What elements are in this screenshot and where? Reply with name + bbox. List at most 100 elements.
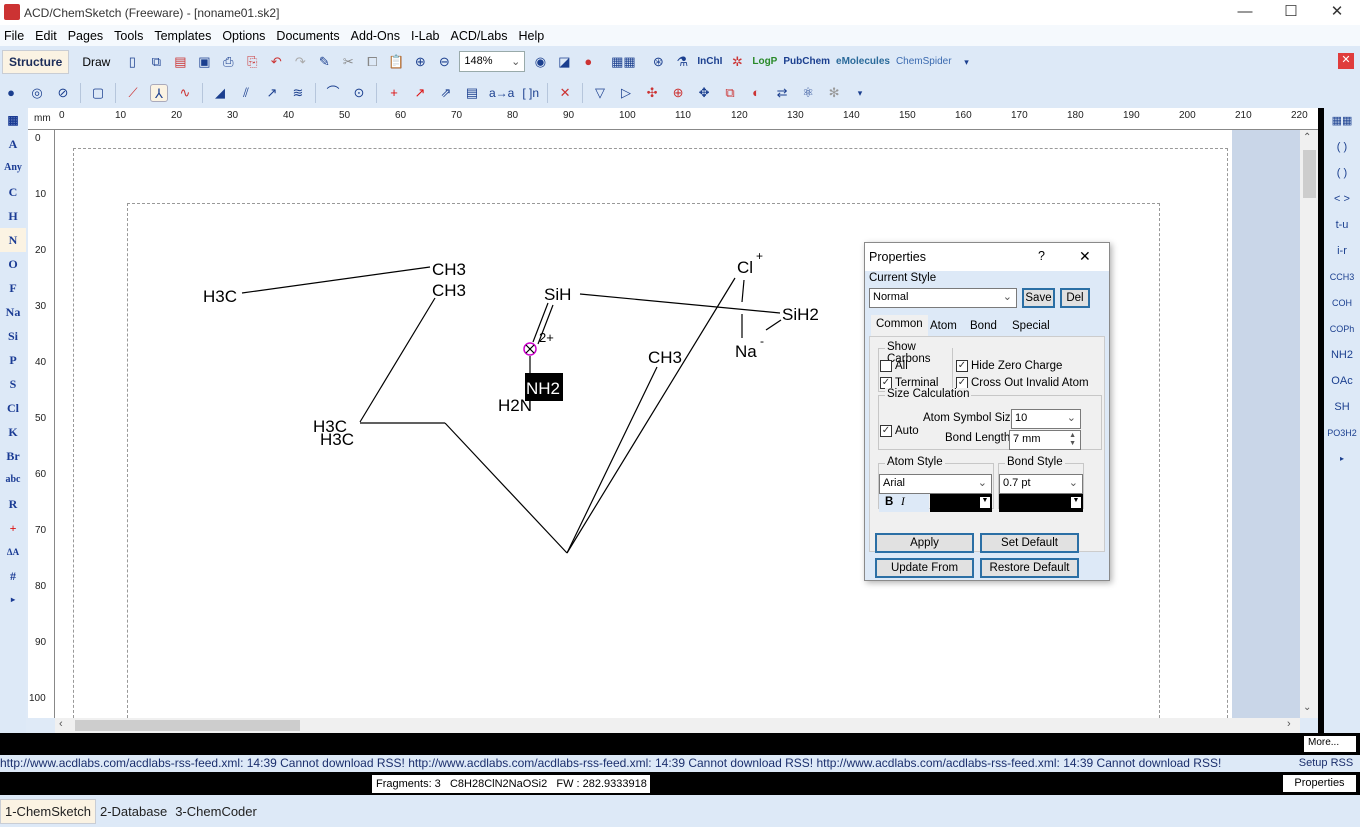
all-checkbox[interactable]: All xyxy=(880,360,908,372)
group-nh2[interactable]: NH2 xyxy=(1324,342,1360,368)
tab-chemsketch[interactable]: 1-ChemSketch xyxy=(0,798,96,824)
common-tab-panel: Show Carbons All ✓ Terminal ✓ Hide Zero Ch… xyxy=(869,336,1105,552)
current-style-select[interactable]: Normal ⌄ xyxy=(869,288,1017,308)
tab-special[interactable]: Special xyxy=(1007,317,1055,335)
structure-info: Fragments: 3 C8H28ClN2NaOSi2 FW : 282.93… xyxy=(372,775,650,793)
atom-color-picker[interactable]: ▼ xyxy=(930,494,992,512)
group-tool[interactable]: ▦▦ xyxy=(1324,108,1360,134)
group-tool[interactable]: < > xyxy=(1324,186,1360,212)
restore-default-button[interactable]: Restore Default xyxy=(980,558,1079,578)
tab-database[interactable]: 2-Database xyxy=(96,800,171,823)
atom-label[interactable]: Na xyxy=(735,342,757,361)
rss-message[interactable]: http://www.acdlabs.com/acdlabs-rss-feed.… xyxy=(816,756,1221,770)
checkbox-label: Hide Zero Charge xyxy=(971,360,1063,373)
formula-weight: FW : 282.9333918 xyxy=(556,778,647,790)
font-style-buttons: B I xyxy=(879,494,929,512)
rss-ticker[interactable]: http://www.acdlabs.com/acdlabs-rss-feed.… xyxy=(0,755,1360,772)
dialog-close-button[interactable]: ✕ xyxy=(1079,248,1091,265)
vertical-scrollbar[interactable]: ⌃ ⌄ xyxy=(1300,130,1318,718)
group-coph[interactable]: COPh xyxy=(1324,316,1360,342)
bond[interactable] xyxy=(579,293,781,314)
group-tool[interactable]: ( ) xyxy=(1324,134,1360,160)
scroll-left-icon[interactable]: ‹ xyxy=(59,718,63,730)
save-style-button[interactable]: Save xyxy=(1022,288,1055,308)
hide-zero-charge-checkbox[interactable]: ✓ Hide Zero Charge xyxy=(956,360,1062,372)
atom-label[interactable]: SiH xyxy=(544,285,571,304)
delete-style-button[interactable]: Del xyxy=(1060,288,1090,308)
atom-font-select[interactable]: Arial ⌄ xyxy=(879,474,992,494)
auto-checkbox[interactable]: ✓ Auto xyxy=(880,425,919,437)
atom-label[interactable]: H3C xyxy=(320,430,354,449)
scroll-up-icon[interactable]: ⌃ xyxy=(1303,132,1311,143)
bond-width-value: 0.7 pt xyxy=(1003,477,1031,489)
scroll-thumb[interactable] xyxy=(1303,150,1316,198)
help-button[interactable]: ? xyxy=(1038,249,1045,263)
tab-chemcoder[interactable]: 3-ChemCoder xyxy=(171,800,261,823)
group-oac[interactable]: OAc xyxy=(1324,368,1360,394)
bond[interactable] xyxy=(566,277,736,554)
bond-length-value: 7 mm xyxy=(1013,433,1041,445)
more-groups-icon[interactable]: ▸ xyxy=(1324,446,1360,472)
group-sh[interactable]: SH xyxy=(1324,394,1360,420)
group-po3h2[interactable]: PO3H2 xyxy=(1324,420,1360,446)
bold-button[interactable]: B xyxy=(885,496,893,508)
bond-width-select[interactable]: 0.7 pt ⌄ xyxy=(999,474,1083,494)
group-cooh[interactable]: COH xyxy=(1324,290,1360,316)
bond[interactable] xyxy=(444,422,568,554)
properties-button[interactable]: Properties xyxy=(1283,775,1356,792)
dialog-title: Properties xyxy=(869,250,926,264)
charge-label: + xyxy=(756,249,763,263)
group-ipr[interactable]: i-r xyxy=(1324,238,1360,264)
rss-message[interactable]: http://www.acdlabs.com/acdlabs-rss-feed.… xyxy=(408,756,813,770)
bond-length-label: Bond Length xyxy=(945,432,1011,444)
bond[interactable] xyxy=(359,297,436,423)
bond[interactable] xyxy=(765,319,782,331)
chevron-down-icon: ⌄ xyxy=(977,477,987,489)
chevron-down-icon: ⌄ xyxy=(1066,412,1076,424)
tab-atom[interactable]: Atom xyxy=(925,317,962,335)
atom-label[interactable]: Cl xyxy=(737,258,753,277)
scroll-right-icon[interactable]: › xyxy=(1287,718,1291,730)
bond[interactable] xyxy=(241,266,431,294)
checkbox-label: Cross Out Invalid Atom xyxy=(971,377,1089,390)
tab-common[interactable]: Common xyxy=(871,315,928,337)
more-button[interactable]: More... xyxy=(1304,736,1356,752)
check-icon: ✓ xyxy=(880,425,892,437)
setup-rss-button[interactable]: Setup RSS xyxy=(1292,755,1360,772)
rss-message[interactable]: http://www.acdlabs.com/acdlabs-rss-feed.… xyxy=(0,756,405,770)
atom-symbol-size-value: 10 xyxy=(1015,412,1028,424)
atom-label[interactable]: CH3 xyxy=(648,348,682,367)
bond[interactable] xyxy=(566,366,658,554)
bond[interactable] xyxy=(741,279,745,303)
scroll-thumb[interactable] xyxy=(75,720,300,731)
cross-out-invalid-checkbox[interactable]: ✓ Cross Out Invalid Atom xyxy=(956,377,1089,389)
current-style-value: Normal xyxy=(873,291,909,303)
set-default-button[interactable]: Set Default xyxy=(980,533,1079,553)
group-label: Atom Style xyxy=(885,456,945,468)
checkbox-label: Auto xyxy=(895,425,919,438)
atom-label[interactable]: H2N xyxy=(498,396,532,415)
group-tbu[interactable]: t-u xyxy=(1324,212,1360,238)
atom-label[interactable]: CH3 xyxy=(432,260,466,279)
dialog-body: Current Style Normal ⌄ Save Del Common At… xyxy=(865,271,1109,580)
atom-label[interactable]: H3C xyxy=(203,287,237,306)
update-from-button[interactable]: Update From xyxy=(875,558,974,578)
tab-bond[interactable]: Bond xyxy=(965,317,1002,335)
bond-color-picker[interactable]: ▼ xyxy=(999,494,1083,512)
apply-button[interactable]: Apply xyxy=(875,533,974,553)
dropdown-arrow-icon: ▼ xyxy=(980,497,990,508)
scroll-down-icon[interactable]: ⌄ xyxy=(1303,702,1311,713)
atom-symbol-size-select[interactable]: 10 ⌄ xyxy=(1011,409,1081,429)
invalid-atom-marker[interactable] xyxy=(523,342,537,356)
italic-button[interactable]: I xyxy=(901,496,905,508)
spinner-arrows-icon[interactable]: ▲ ▼ xyxy=(1069,432,1076,448)
functional-group-palette: ▦▦ ( ) ( ) < > t-u i-r CCH3 COH COPh NH2… xyxy=(1324,108,1360,733)
atom-label[interactable]: CH3 xyxy=(432,281,466,300)
dropdown-arrow-icon: ▼ xyxy=(1071,497,1081,508)
checkbox-label: All xyxy=(895,360,908,373)
atom-label[interactable]: SiH2 xyxy=(782,305,819,324)
horizontal-scrollbar[interactable]: ‹ › xyxy=(55,718,1300,733)
group-tool[interactable]: ( ) xyxy=(1324,160,1360,186)
bond-length-spinner[interactable]: 7 mm ▲ ▼ xyxy=(1009,430,1081,450)
group-cooch3[interactable]: CCH3 xyxy=(1324,264,1360,290)
